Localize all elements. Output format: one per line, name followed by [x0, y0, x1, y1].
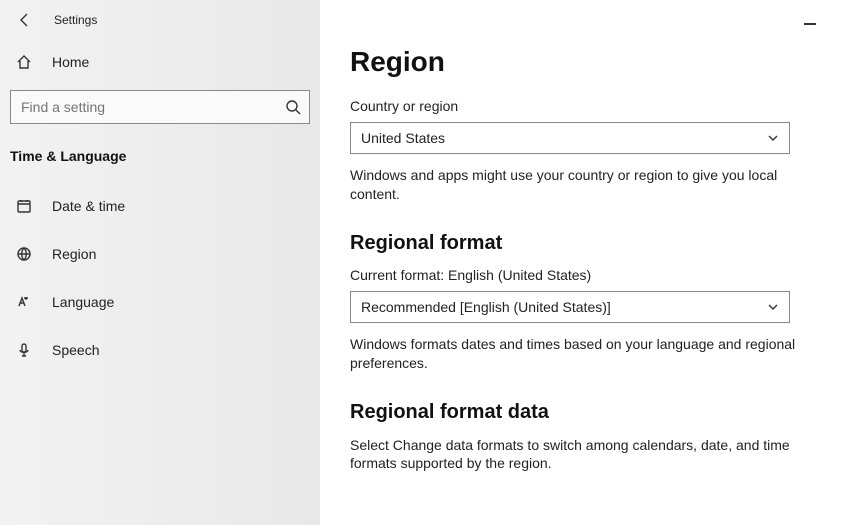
back-button[interactable]: [8, 4, 40, 36]
chevron-down-icon: [767, 301, 779, 313]
format-value: Recommended [English (United States)]: [361, 299, 767, 315]
nav-label: Speech: [52, 342, 99, 358]
formatdata-help: Select Change data formats to switch amo…: [350, 436, 800, 474]
format-help: Windows formats dates and times based on…: [350, 335, 800, 373]
current-format-label: Current format: English (United States): [350, 267, 820, 283]
nav-label: Region: [52, 246, 96, 262]
search-box[interactable]: [10, 90, 310, 124]
sidebar: Settings Home Time & Language Date & tim…: [0, 0, 320, 525]
home-icon: [14, 54, 34, 70]
window-controls: [350, 10, 820, 38]
nav-label: Language: [52, 294, 114, 310]
titlebar: Settings: [0, 0, 320, 40]
country-value: United States: [361, 130, 767, 146]
regional-format-data-title: Regional format data: [350, 401, 820, 424]
clock-icon: [14, 198, 34, 214]
microphone-icon: [14, 342, 34, 358]
home-label: Home: [52, 54, 89, 70]
nav-label: Date & time: [52, 198, 125, 214]
page-title: Region: [350, 46, 820, 78]
main-content: Region Country or region United States W…: [320, 0, 850, 525]
globe-icon: [14, 246, 34, 262]
minimize-button[interactable]: [804, 23, 816, 25]
sidebar-item-language[interactable]: Language: [0, 278, 320, 326]
chevron-down-icon: [767, 132, 779, 144]
format-dropdown[interactable]: Recommended [English (United States)]: [350, 291, 790, 323]
sidebar-item-region[interactable]: Region: [0, 230, 320, 278]
country-label: Country or region: [350, 98, 820, 114]
sidebar-item-datetime[interactable]: Date & time: [0, 182, 320, 230]
language-icon: [14, 294, 34, 310]
app-title: Settings: [54, 13, 97, 27]
country-dropdown[interactable]: United States: [350, 122, 790, 154]
search-icon: [285, 99, 301, 115]
sidebar-item-speech[interactable]: Speech: [0, 326, 320, 374]
category-header: Time & Language: [0, 138, 320, 182]
arrow-left-icon: [16, 12, 32, 28]
search-input[interactable]: [21, 99, 285, 115]
country-help: Windows and apps might use your country …: [350, 166, 800, 204]
home-nav[interactable]: Home: [0, 40, 320, 84]
regional-format-title: Regional format: [350, 232, 820, 255]
